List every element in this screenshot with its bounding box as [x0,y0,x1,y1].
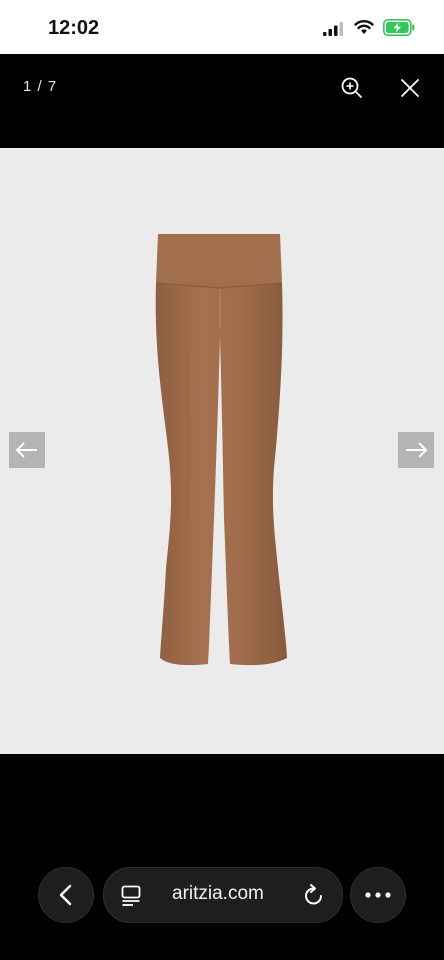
reader-mode-icon[interactable] [121,885,141,907]
browser-back-button[interactable] [38,867,94,923]
previous-image-button[interactable] [9,432,45,468]
close-icon [401,79,419,97]
arrow-left-icon [15,442,37,458]
address-text: aritzia.com [172,883,264,904]
status-bar: 12:02 [0,0,444,54]
signal-icon [323,22,343,36]
viewer-header: 1 / 7 [0,54,444,148]
browser-toolbar: aritzia.com [0,754,444,960]
battery-charging-icon [383,19,415,36]
product-image-stage[interactable] [0,148,444,754]
product-image-flared-leggings [155,234,287,666]
close-button[interactable] [396,74,424,102]
address-bar[interactable]: aritzia.com [103,867,343,923]
zoom-in-icon [341,77,362,98]
status-time: 12:02 [48,17,100,39]
more-options-button[interactable] [350,867,406,923]
arrow-right-icon [406,442,428,458]
zoom-in-button[interactable] [338,74,366,102]
reload-icon[interactable] [303,883,325,907]
more-icon [365,892,391,898]
chevron-left-icon [59,884,72,906]
image-counter: 1 / 7 [23,78,58,95]
next-image-button[interactable] [398,432,434,468]
wifi-icon [354,20,374,34]
